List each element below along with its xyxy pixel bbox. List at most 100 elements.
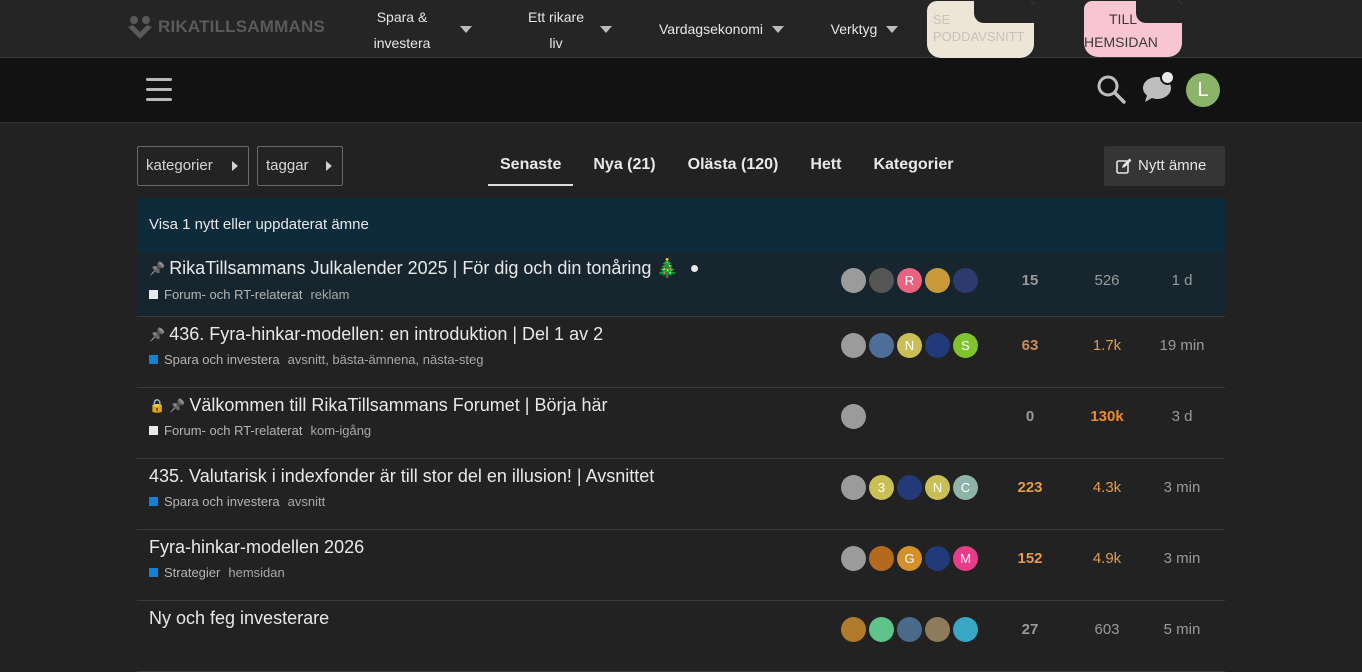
nav-verktyg[interactable]: Verktyg bbox=[824, 16, 884, 42]
reply-count[interactable]: 223 bbox=[995, 459, 1065, 530]
category-badge[interactable]: Strategier bbox=[164, 565, 220, 580]
chevron-down-icon bbox=[886, 26, 898, 33]
tab-hett[interactable]: Hett bbox=[798, 146, 853, 186]
topic-title[interactable]: 📌 436. Fyra-hinkar-modellen: en introdukt… bbox=[149, 324, 603, 345]
poster-avatar[interactable]: M bbox=[953, 546, 978, 571]
poster-avatar[interactable] bbox=[897, 475, 922, 500]
logo-people-icon bbox=[128, 16, 152, 39]
topic-row[interactable]: 📌 RikaTillsammans Julkalender 2025 | För … bbox=[137, 252, 1225, 317]
topic-title[interactable]: 435. Valutarisk i indexfonder är till st… bbox=[149, 466, 654, 487]
last-activity[interactable]: 5 min bbox=[1147, 601, 1217, 672]
topic-title-text: 436. Fyra-hinkar-modellen: en introdukti… bbox=[169, 324, 604, 344]
reply-count[interactable]: 0 bbox=[995, 388, 1065, 459]
chevron-down-icon bbox=[600, 26, 612, 33]
nav-ett-rikare-liv[interactable]: Ett rikare liv bbox=[520, 4, 592, 56]
view-count[interactable]: 4.3k bbox=[1072, 459, 1142, 530]
poster-avatar[interactable] bbox=[953, 268, 978, 293]
view-count[interactable]: 130k bbox=[1072, 388, 1142, 459]
last-activity[interactable]: 3 min bbox=[1147, 459, 1217, 530]
nav-verktyg-chevron[interactable] bbox=[884, 0, 904, 58]
search-icon[interactable] bbox=[1096, 74, 1126, 109]
poster-avatar[interactable]: C bbox=[953, 475, 978, 500]
view-count[interactable]: 603 bbox=[1072, 601, 1142, 672]
last-activity[interactable]: 3 d bbox=[1147, 388, 1217, 459]
category-badge[interactable]: Spara och investera bbox=[164, 494, 280, 509]
user-avatar[interactable]: L bbox=[1186, 73, 1220, 107]
poster-avatar[interactable] bbox=[925, 333, 950, 358]
topic-tags[interactable]: avsnitt bbox=[288, 494, 326, 509]
category-badge[interactable]: Spara och investera bbox=[164, 352, 280, 367]
poster-avatar[interactable]: 3 bbox=[869, 475, 894, 500]
topic-title[interactable]: Fyra-hinkar-modellen 2026 bbox=[149, 537, 364, 558]
view-count[interactable]: 1.7k bbox=[1072, 317, 1142, 388]
poster-avatar[interactable] bbox=[897, 617, 922, 642]
poster-avatar[interactable]: N bbox=[925, 475, 950, 500]
topic-tags[interactable]: reklam bbox=[310, 287, 349, 302]
pin-icon: 📌 bbox=[149, 260, 166, 276]
poster-avatar[interactable] bbox=[841, 333, 866, 358]
view-count[interactable]: 526 bbox=[1072, 252, 1142, 323]
poster-avatar[interactable]: N bbox=[897, 333, 922, 358]
poster-avatar[interactable] bbox=[841, 617, 866, 642]
tab-olasta[interactable]: Olästa (120) bbox=[676, 146, 791, 186]
poster-avatar[interactable] bbox=[953, 617, 978, 642]
topic-title[interactable]: 🔒 📌 Välkommen till RikaTillsammans Forumet… bbox=[149, 395, 608, 416]
topic-row[interactable]: 🔒 📌 Välkommen till RikaTillsammans Forumet… bbox=[137, 388, 1225, 459]
topic-row[interactable]: Ny och feg investerare 27 603 5 min bbox=[137, 601, 1225, 672]
poster-avatar[interactable] bbox=[841, 475, 866, 500]
topic-row[interactable]: 📌 436. Fyra-hinkar-modellen: en introdukt… bbox=[137, 317, 1225, 388]
reply-count[interactable]: 152 bbox=[995, 530, 1065, 601]
nav-ett-rikare-liv-chevron[interactable] bbox=[596, 0, 616, 58]
poster-avatar[interactable] bbox=[925, 617, 950, 642]
nav-spara-investera-chevron[interactable] bbox=[454, 0, 474, 58]
new-topics-banner[interactable]: Visa 1 nytt eller uppdaterat ämne bbox=[137, 198, 1225, 252]
tab-senaste[interactable]: Senaste bbox=[488, 146, 574, 186]
category-color-swatch bbox=[149, 426, 158, 435]
nav-spara-investera[interactable]: Spara & investera bbox=[366, 4, 438, 56]
last-activity[interactable]: 19 min bbox=[1147, 317, 1217, 388]
poster-avatar[interactable]: R bbox=[897, 268, 922, 293]
tab-nya[interactable]: Nya (21) bbox=[581, 146, 667, 186]
topic-tags[interactable]: hemsidan bbox=[228, 565, 284, 580]
last-activity[interactable]: 1 d bbox=[1147, 252, 1217, 323]
tab-kategorier[interactable]: Kategorier bbox=[861, 146, 965, 186]
site-logo[interactable]: RIKATILLSAMMANS bbox=[126, 14, 325, 40]
category-color-swatch bbox=[149, 290, 158, 299]
topic-title[interactable]: Ny och feg investerare bbox=[149, 608, 329, 629]
nav-vardagsekonomi[interactable]: Vardagsekonomi bbox=[650, 16, 772, 42]
topic-row[interactable]: Fyra-hinkar-modellen 2026 Strategier hemsi… bbox=[137, 530, 1225, 601]
pin-icon: 📌 bbox=[149, 326, 166, 342]
new-topic-button[interactable]: Nytt ämne bbox=[1104, 146, 1225, 186]
topic-title[interactable]: 📌 RikaTillsammans Julkalender 2025 | För … bbox=[149, 258, 698, 279]
tags-dropdown[interactable]: taggar bbox=[257, 146, 343, 186]
nav-homepage-button[interactable]: TILL HEMSIDAN bbox=[1084, 1, 1182, 57]
nav-podcast-button[interactable]: SE PODDAVSNITT bbox=[927, 1, 1034, 58]
poster-avatar[interactable]: G bbox=[897, 546, 922, 571]
hamburger-icon[interactable] bbox=[146, 78, 172, 102]
poster-avatar[interactable] bbox=[841, 404, 866, 429]
poster-avatar[interactable] bbox=[925, 546, 950, 571]
category-badge[interactable]: Forum- och RT-relaterat bbox=[164, 287, 302, 302]
topic-tags[interactable]: kom-igång bbox=[310, 423, 371, 438]
last-activity[interactable]: 3 min bbox=[1147, 530, 1217, 601]
poster-avatar[interactable] bbox=[869, 268, 894, 293]
reply-count[interactable]: 27 bbox=[995, 601, 1065, 672]
category-badge[interactable]: Forum- och RT-relaterat bbox=[164, 423, 302, 438]
poster-avatar[interactable] bbox=[925, 268, 950, 293]
poster-avatar[interactable]: S bbox=[953, 333, 978, 358]
poster-avatar[interactable] bbox=[869, 546, 894, 571]
topic-tags[interactable]: avsnitt, bästa-ämnena, nästa-steg bbox=[288, 352, 484, 367]
reply-count[interactable]: 63 bbox=[995, 317, 1065, 388]
unread-dot-icon bbox=[690, 265, 698, 272]
poster-avatar[interactable] bbox=[841, 546, 866, 571]
poster-avatar[interactable] bbox=[869, 333, 894, 358]
poster-avatar[interactable] bbox=[869, 617, 894, 642]
categories-dropdown[interactable]: kategorier bbox=[137, 146, 249, 186]
nav-vardagsekonomi-chevron[interactable] bbox=[770, 0, 790, 58]
topic-posters: 3 NC bbox=[841, 475, 978, 500]
view-count[interactable]: 4.9k bbox=[1072, 530, 1142, 601]
topic-row[interactable]: 435. Valutarisk i indexfonder är till st… bbox=[137, 459, 1225, 530]
poster-avatar[interactable] bbox=[841, 268, 866, 293]
topic-title-text: Fyra-hinkar-modellen 2026 bbox=[149, 537, 365, 557]
reply-count[interactable]: 15 bbox=[995, 252, 1065, 323]
